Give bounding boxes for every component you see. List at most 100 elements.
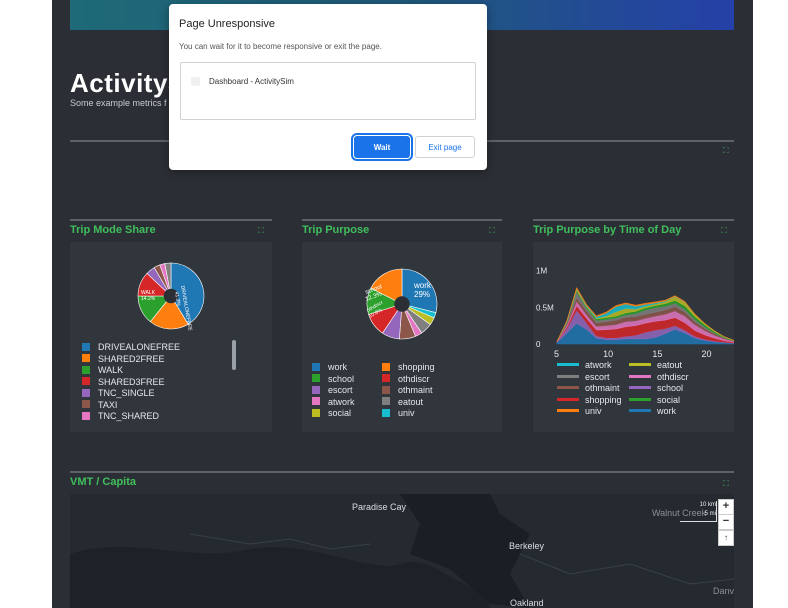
legend-item-othdiscr[interactable]: othdiscr [629, 372, 689, 382]
legend-item-school[interactable]: school [312, 374, 354, 384]
legend-label: TNC_SINGLE [98, 388, 155, 398]
legend-item-tnc-single[interactable]: TNC_SINGLE [82, 388, 155, 398]
legend-item-univ[interactable]: univ [557, 406, 602, 416]
legend-item-shared2free[interactable]: SHARED2FREE [82, 354, 165, 364]
dialog-title: Page Unresponsive [179, 18, 276, 30]
expand-icon[interactable]: ⛶ [258, 226, 264, 236]
legend-item-othmaint[interactable]: othmaint [557, 383, 620, 393]
legend-item-shopping[interactable]: shopping [382, 362, 435, 372]
map-scale-mi: 5 mi [704, 511, 716, 517]
expand-icon[interactable]: ⛶ [723, 479, 729, 489]
legend-label: othdiscr [398, 373, 430, 384]
expand-icon[interactable]: ⛶ [489, 226, 495, 236]
legend-label: shopping [585, 394, 622, 405]
expand-icon[interactable]: ⛶ [723, 146, 729, 156]
legend-item-walk[interactable]: WALK [82, 365, 123, 375]
zoom-out-button[interactable]: − [718, 514, 734, 530]
legend-item-univ[interactable]: univ [382, 408, 415, 418]
legend-swatch [82, 411, 90, 420]
legend-label: school [328, 373, 355, 384]
legend-item-work[interactable]: work [312, 362, 347, 372]
dialog-page-item: Dashboard - ActivitySim [209, 77, 294, 86]
page-left-margin [0, 0, 52, 608]
legend-swatch [82, 342, 90, 351]
legend-label: SHARED3FREE [98, 376, 165, 387]
legend-label: atwork [328, 396, 355, 407]
legend-label: social [328, 408, 352, 418]
y-tick-label: 0 [536, 340, 541, 349]
y-tick-label: 1M [536, 267, 547, 276]
map-label-oakland: Oakland [510, 598, 544, 608]
legend-item-shared3free[interactable]: SHARED3FREE [82, 377, 165, 387]
legend-label: univ [585, 406, 602, 416]
legend-item-atwork[interactable]: atwork [557, 360, 612, 370]
legend-swatch [629, 386, 651, 390]
legend-swatch [312, 408, 320, 417]
legend-item-school[interactable]: school [629, 383, 683, 393]
legend-item-work[interactable]: work [629, 406, 676, 416]
legend-label: othdiscr [657, 371, 689, 382]
legend-label: othmaint [398, 385, 433, 395]
page-right-margin [753, 0, 788, 608]
browser-page: ActivitySi Some example metrics f ⛶ Trip… [0, 0, 788, 608]
page-unresponsive-dialog: Page Unresponsive You can wait for it to… [169, 4, 487, 170]
x-tick-label: 20 [702, 349, 712, 359]
map-label-berkeley: Berkeley [509, 541, 545, 551]
legend-swatch [382, 385, 390, 394]
legend-label: eatout [657, 360, 683, 370]
legend-label: school [657, 383, 684, 393]
legend-item-drivealonefree[interactable]: DRIVEALONEFREE [82, 342, 180, 352]
dialog-message: You can wait for it to become responsive… [179, 42, 382, 51]
map-scale: 10 km 5 mi [680, 501, 717, 522]
exit-page-button[interactable]: Exit page [415, 136, 475, 158]
legend-label: work [328, 362, 348, 372]
trip-purpose-pie-chart[interactable]: work29%school12.3%othdiscr10.8% [302, 242, 502, 357]
panel-divider [302, 219, 502, 221]
legend-swatch [82, 365, 90, 374]
slice-label-work: work [413, 281, 432, 290]
legend-scrollbar[interactable] [232, 340, 236, 370]
legend-item-othmaint[interactable]: othmaint [382, 385, 433, 395]
expand-icon[interactable]: ⛶ [721, 226, 727, 236]
compass-icon[interactable]: ↑ [718, 530, 734, 546]
legend-label: DRIVEALONEFREE [98, 342, 181, 352]
zoom-in-button[interactable]: + [718, 499, 734, 515]
legend-swatch [557, 409, 579, 413]
legend-item-eatout[interactable]: eatout [382, 397, 423, 407]
legend-item-eatout[interactable]: eatout [629, 360, 682, 370]
legend-item-shopping[interactable]: shopping [557, 395, 622, 405]
legend-item-social[interactable]: social [629, 395, 680, 405]
legend-item-social[interactable]: social [312, 408, 351, 418]
wait-button[interactable]: Wait [351, 133, 413, 161]
legend-label: work [657, 406, 677, 416]
legend-label: eatout [398, 396, 424, 407]
mode-share-pie-chart[interactable]: DRIVEALONEFREE41.3%WALK14.2% [70, 242, 272, 337]
legend-label: escort [328, 385, 353, 395]
legend-swatch [557, 363, 579, 367]
x-tick-label: 5 [554, 349, 559, 359]
mode-share-panel: DRIVEALONEFREE 41.3% WALK 14.2% DRIVEALONEF… [70, 242, 272, 432]
legend-swatch [82, 388, 90, 397]
legend-swatch [312, 374, 320, 383]
trip-purpose-panel: work 29% school 12.3% othdiscr 10.8% work shop… [302, 242, 502, 432]
legend-item-escort[interactable]: escort [312, 385, 353, 395]
legend-item-taxi[interactable]: TAXI [82, 400, 117, 410]
page-subtitle: Some example metrics f [70, 98, 167, 108]
legend-label: WALK [98, 365, 124, 375]
legend-label: SHARED2FREE [98, 353, 165, 364]
time-of-day-panel: 0 0.5M 1M 5 10 15 20 atwork eatout escort othdisc… [533, 242, 735, 432]
legend-label: shopping [398, 362, 435, 372]
legend-swatch [557, 374, 579, 378]
legend-item-tnc-shared[interactable]: TNC_SHARED [82, 411, 159, 421]
panel-title-time-of-day: Trip Purpose by Time of Day [533, 224, 682, 236]
panel-divider [533, 219, 734, 221]
legend-item-escort[interactable]: escort [557, 372, 610, 382]
legend-item-othdiscr[interactable]: othdiscr [382, 374, 430, 384]
legend-swatch [82, 377, 90, 386]
legend-swatch [312, 362, 320, 371]
section-divider [70, 471, 734, 473]
x-tick-label: 15 [652, 349, 662, 359]
time-of-day-area-chart[interactable]: 0 0.5M 1M 5 10 15 20 [533, 242, 735, 360]
legend-item-atwork[interactable]: atwork [312, 397, 355, 407]
slice-label-walk-pct: 14.2% [141, 296, 156, 302]
